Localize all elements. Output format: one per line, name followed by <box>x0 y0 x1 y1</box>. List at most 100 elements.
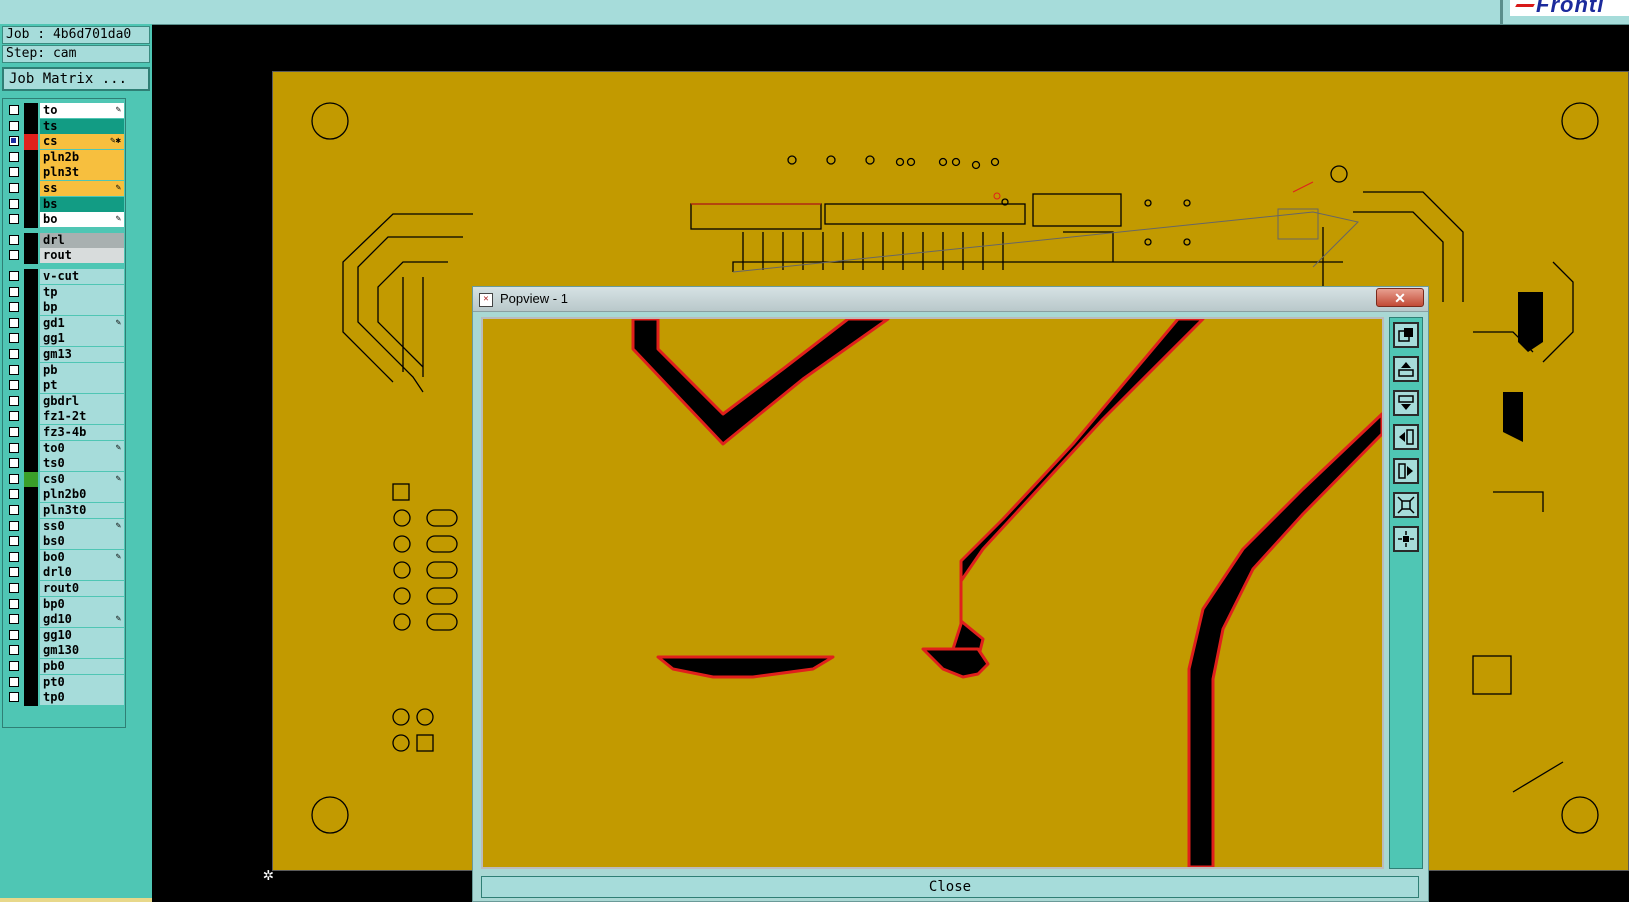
layer-checkbox[interactable] <box>9 183 19 193</box>
layer-checkbox[interactable] <box>9 302 19 313</box>
layer-name[interactable]: ts0 <box>40 456 124 472</box>
layer-checkbox[interactable] <box>9 567 19 578</box>
layer-name[interactable]: pln2b <box>40 149 124 165</box>
layer-color-swatch[interactable] <box>24 315 38 332</box>
layer-checkbox[interactable] <box>9 598 19 609</box>
layer-row-bs0[interactable]: bs0 <box>6 534 124 551</box>
layer-row-drl[interactable]: drl <box>6 232 124 249</box>
layer-color-swatch[interactable] <box>24 149 38 166</box>
layer-checkbox[interactable] <box>9 271 19 281</box>
layer-row-pln2b[interactable]: pln2b <box>6 149 124 166</box>
layer-row-pt0[interactable]: pt0 <box>6 674 124 691</box>
layer-checkbox[interactable] <box>9 167 19 178</box>
layer-name[interactable]: bs <box>40 196 124 212</box>
layer-checkbox[interactable] <box>9 395 19 406</box>
layer-color-swatch[interactable] <box>24 581 38 597</box>
layer-name[interactable]: tp0 <box>40 690 124 706</box>
layer-color-swatch[interactable] <box>24 378 38 395</box>
layer-color-swatch[interactable] <box>24 331 38 348</box>
zoom-fit-button[interactable] <box>1393 322 1419 348</box>
layer-color-swatch[interactable] <box>24 674 38 691</box>
layer-row-to[interactable]: to ✎ <box>6 103 124 119</box>
layer-row-pln2b0[interactable]: pln2b0 <box>6 487 124 504</box>
layer-row-bs[interactable]: bs <box>6 196 124 213</box>
layer-row-gbdrl[interactable]: gbdrl <box>6 393 124 410</box>
layer-color-swatch[interactable] <box>24 393 38 410</box>
layer-color-swatch[interactable] <box>24 232 38 249</box>
layer-checkbox[interactable] <box>9 120 19 131</box>
layer-name[interactable]: pb <box>40 362 124 378</box>
layer-row-tp0[interactable]: tp0 <box>6 690 124 707</box>
layer-checkbox[interactable] <box>9 442 19 453</box>
popview-close-button[interactable]: Close <box>481 876 1419 898</box>
layer-checkbox[interactable] <box>9 520 19 531</box>
layer-row-bp0[interactable]: bp0 <box>6 596 124 613</box>
layer-row-bp[interactable]: bp <box>6 300 124 317</box>
layer-name[interactable]: rout <box>40 248 124 264</box>
layer-name[interactable]: drl <box>40 232 124 248</box>
layer-checkbox[interactable] <box>9 427 19 437</box>
layer-color-swatch[interactable] <box>24 534 38 551</box>
layer-color-swatch[interactable] <box>24 596 38 613</box>
layer-color-swatch[interactable] <box>24 269 38 285</box>
layer-name[interactable]: gbdrl <box>40 393 124 409</box>
layer-checkbox[interactable] <box>9 234 19 245</box>
layer-name[interactable]: to0 <box>40 440 124 456</box>
layer-row-gd10[interactable]: gd10 ✎ <box>6 612 124 629</box>
layer-color-swatch[interactable] <box>24 425 38 441</box>
layer-row-cs0[interactable]: cs0 ✎ <box>6 471 124 488</box>
layer-row-pln3t0[interactable]: pln3t0 <box>6 503 124 519</box>
layer-checkbox[interactable] <box>9 629 19 640</box>
layer-name[interactable]: gd10 <box>40 612 124 628</box>
layer-color-swatch[interactable] <box>24 549 38 566</box>
layer-color-swatch[interactable] <box>24 362 38 379</box>
layer-checkbox[interactable] <box>9 489 19 500</box>
popview-graphics[interactable] <box>481 317 1384 869</box>
popview-close-x-button[interactable]: ✕ <box>1376 288 1424 307</box>
layer-color-swatch[interactable] <box>24 518 38 535</box>
layer-row-cs[interactable]: cs ✎✱ <box>6 134 124 151</box>
layer-color-swatch[interactable] <box>24 118 38 135</box>
layer-color-swatch[interactable] <box>24 181 38 197</box>
layer-name[interactable]: rout0 <box>40 581 124 596</box>
layer-checkbox[interactable] <box>9 136 19 147</box>
layer-checkbox[interactable] <box>9 380 19 391</box>
layer-row-ts0[interactable]: ts0 <box>6 456 124 473</box>
layer-color-swatch[interactable] <box>24 196 38 213</box>
layer-row-fz3-4b[interactable]: fz3-4b <box>6 425 124 441</box>
layer-row-pt[interactable]: pt <box>6 378 124 395</box>
pan-right-button[interactable] <box>1393 458 1419 484</box>
pan-down-button[interactable] <box>1393 390 1419 416</box>
layer-name[interactable]: bo <box>40 212 124 228</box>
layer-checkbox[interactable] <box>9 692 19 703</box>
layer-name[interactable]: bo0 <box>40 549 124 565</box>
layer-color-swatch[interactable] <box>24 134 38 151</box>
layer-checkbox[interactable] <box>9 551 19 562</box>
layer-row-fz1-2t[interactable]: fz1-2t <box>6 409 124 426</box>
pan-up-button[interactable] <box>1393 356 1419 382</box>
layer-checkbox[interactable] <box>9 333 19 344</box>
layer-row-pln3t[interactable]: pln3t <box>6 165 124 182</box>
layer-name[interactable]: ts <box>40 118 124 134</box>
layer-name[interactable]: to <box>40 103 124 118</box>
layer-color-swatch[interactable] <box>24 284 38 301</box>
layer-checkbox[interactable] <box>9 364 19 375</box>
layer-name[interactable]: pln3t0 <box>40 503 124 518</box>
layer-checkbox[interactable] <box>9 214 19 225</box>
layer-name[interactable]: cs0 <box>40 471 124 487</box>
layer-name[interactable]: bp <box>40 300 124 316</box>
layer-row-drl0[interactable]: drl0 <box>6 565 124 582</box>
popview-title-bar[interactable]: ✕ Popview - 1 ✕ <box>473 287 1428 312</box>
layer-name[interactable]: gg1 <box>40 331 124 347</box>
layer-row-gm130[interactable]: gm130 <box>6 643 124 660</box>
layer-row-tp[interactable]: tp <box>6 284 124 301</box>
layer-color-swatch[interactable] <box>24 643 38 660</box>
layer-color-swatch[interactable] <box>24 212 38 229</box>
layer-row-pb[interactable]: pb <box>6 362 124 379</box>
layer-color-swatch[interactable] <box>24 659 38 675</box>
layer-color-swatch[interactable] <box>24 440 38 457</box>
job-matrix-button[interactable]: Job Matrix ... <box>2 67 150 91</box>
layer-name[interactable]: tp <box>40 284 124 300</box>
layer-name[interactable]: drl0 <box>40 565 124 581</box>
pan-left-button[interactable] <box>1393 424 1419 450</box>
